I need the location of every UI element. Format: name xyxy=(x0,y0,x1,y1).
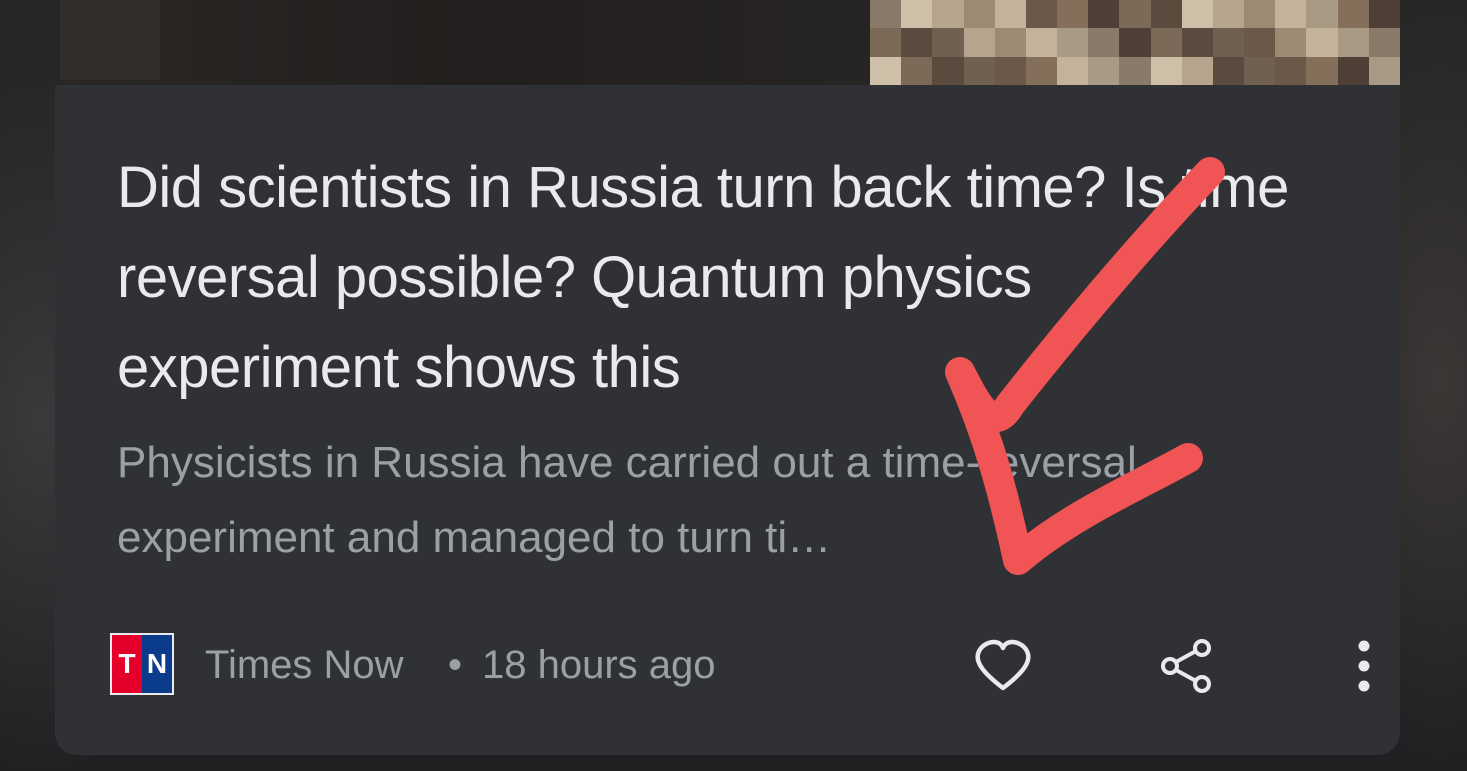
logo-letter-t: T xyxy=(112,635,142,693)
pixelated-thumbnail xyxy=(870,0,1400,85)
share-icon xyxy=(1161,639,1211,693)
more-options-button[interactable] xyxy=(1328,630,1400,702)
card-footer: T N Times Now • 18 hours ago xyxy=(110,630,1370,702)
share-button[interactable] xyxy=(1150,630,1222,702)
article-snippet: Physicists in Russia have carried out a … xyxy=(117,438,1137,562)
article-headline[interactable]: Did scientists in Russia turn back time?… xyxy=(117,143,1317,413)
source-name[interactable]: Times Now xyxy=(205,640,404,690)
more-vertical-icon xyxy=(1358,640,1370,692)
previous-card-image xyxy=(60,0,870,85)
heart-outline-icon xyxy=(975,639,1031,691)
screenshot-stage: Did scientists in Russia turn back time?… xyxy=(0,0,1467,771)
blurred-background xyxy=(60,0,160,80)
like-button[interactable] xyxy=(967,630,1039,702)
meta-separator: • xyxy=(448,643,463,687)
news-card[interactable]: Did scientists in Russia turn back time?… xyxy=(55,85,1400,755)
publish-timestamp: 18 hours ago xyxy=(482,643,716,687)
times-now-logo: T N xyxy=(110,633,174,695)
logo-letter-n: N xyxy=(142,635,172,693)
